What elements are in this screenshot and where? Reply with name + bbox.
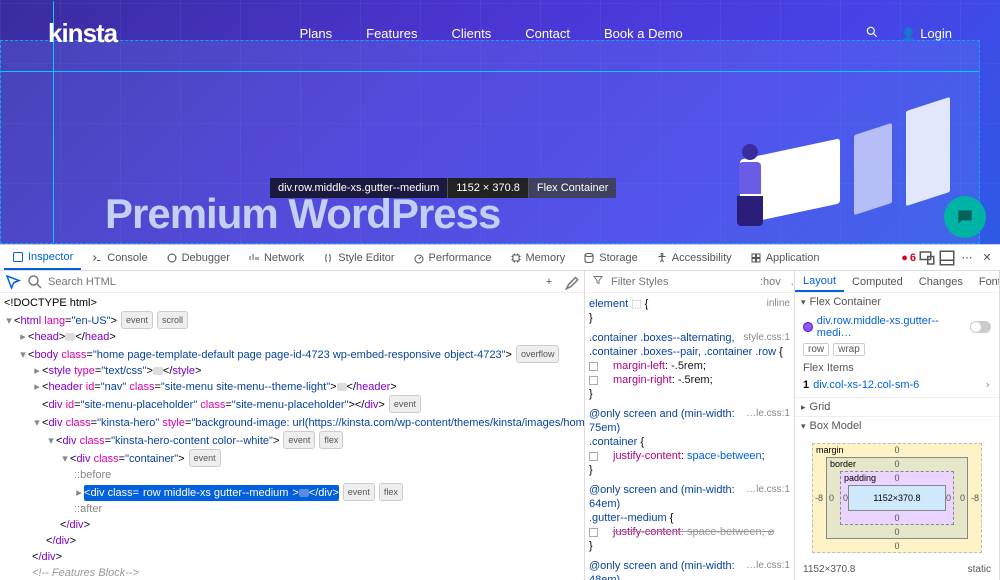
cls-toggle[interactable]: .cls (788, 276, 795, 288)
box-model-diagram[interactable]: margin 00-8-8 border 0000 padding 0000 1… (812, 443, 982, 553)
grid-header[interactable]: Grid (795, 398, 999, 416)
site-nav: kinsta Plans Features Clients Contact Bo… (0, 0, 1000, 49)
close-icon[interactable]: ✕ (978, 249, 996, 267)
hov-toggle[interactable]: :hov (757, 276, 784, 288)
filter-styles-input[interactable] (611, 276, 753, 288)
flex-container-header[interactable]: Flex Container (795, 293, 999, 311)
tab-network[interactable]: Network (240, 245, 312, 270)
pick-element-icon[interactable] (4, 273, 22, 291)
chat-widget[interactable] (944, 196, 986, 238)
wrap-wrap[interactable]: wrap (833, 343, 865, 356)
dom-tree[interactable]: <!DOCTYPE html> ▾<html lang=en-US>events… (0, 293, 584, 580)
inspect-selector: div.row.middle-xs.gutter--medium (270, 178, 447, 198)
css-pane: :hov .cls + ☀ ◐ 🖶 inlineelement ⬚ {} sty… (585, 271, 795, 580)
add-node-icon[interactable]: + (540, 273, 558, 291)
tab-memory[interactable]: Memory (502, 245, 574, 270)
nav-features[interactable]: Features (366, 26, 417, 41)
overlay-toggle[interactable] (970, 321, 991, 333)
more-icon[interactable]: ⋯ (958, 249, 976, 267)
search-icon[interactable] (865, 25, 879, 42)
dock-menu-icon[interactable] (938, 249, 956, 267)
position-readout: static (968, 564, 991, 575)
inspect-type: Flex Container (529, 178, 617, 198)
dimensions-readout: 1152×370.8 (803, 564, 855, 575)
responsive-mode-icon[interactable] (918, 249, 936, 267)
inspect-tooltip: div.row.middle-xs.gutter--medium 1152 × … (270, 178, 616, 198)
layout-pane: Layout Computed Changes Fonts Flex Conta… (795, 271, 1000, 580)
nav-plans[interactable]: Plans (300, 26, 333, 41)
devtools: Inspector Console Debugger Network Style… (0, 244, 1000, 580)
filter-icon[interactable] (589, 274, 607, 289)
subtab-computed[interactable]: Computed (844, 271, 911, 292)
error-count[interactable]: 6 (901, 252, 916, 264)
eyedropper-icon[interactable] (562, 273, 580, 291)
selected-node[interactable]: ▸<div class=row middle-xs gutter--medium… (4, 483, 584, 501)
site-logo[interactable]: kinsta (48, 18, 117, 49)
nav-links: Plans Features Clients Contact Book a De… (300, 26, 683, 41)
tab-application[interactable]: Application (742, 245, 828, 270)
flex-selector[interactable]: div.row.middle-xs.gutter--medi… (803, 315, 991, 339)
tab-inspector[interactable]: Inspector (4, 245, 81, 270)
flex-items-label: Flex Items (803, 362, 991, 374)
tab-debugger[interactable]: Debugger (158, 245, 238, 270)
tab-storage[interactable]: Storage (575, 245, 646, 270)
page-preview: kinsta Plans Features Clients Contact Bo… (0, 0, 1000, 244)
nav-contact[interactable]: Contact (525, 26, 570, 41)
nav-clients[interactable]: Clients (451, 26, 491, 41)
tab-accessibility[interactable]: Accessibility (648, 245, 740, 270)
css-rules[interactable]: inlineelement ⬚ {} style.css:1.container… (585, 293, 794, 580)
inspect-dimensions: 1152 × 370.8 (447, 178, 529, 198)
tab-performance[interactable]: Performance (405, 245, 500, 270)
search-icon[interactable] (26, 273, 44, 291)
box-model-header[interactable]: Box Model (795, 417, 999, 435)
subtab-changes[interactable]: Changes (911, 271, 971, 292)
subtab-layout[interactable]: Layout (795, 271, 844, 292)
nav-book-demo[interactable]: Book a Demo (604, 26, 683, 41)
devtools-tabbar: Inspector Console Debugger Network Style… (0, 245, 1000, 271)
tab-style-editor[interactable]: Style Editor (314, 245, 402, 270)
hero-illustration (700, 104, 960, 244)
login-link[interactable]: Login (901, 26, 952, 41)
dom-pane: + <!DOCTYPE html> ▾<html lang=en-US>even… (0, 271, 585, 580)
flex-item[interactable]: 1div.col-xs-12.col-sm-6 (803, 378, 991, 391)
tab-console[interactable]: Console (83, 245, 155, 270)
subtab-fonts[interactable]: Fonts (971, 271, 1000, 292)
search-html-input[interactable] (48, 276, 536, 288)
wrap-row[interactable]: row (803, 343, 829, 356)
